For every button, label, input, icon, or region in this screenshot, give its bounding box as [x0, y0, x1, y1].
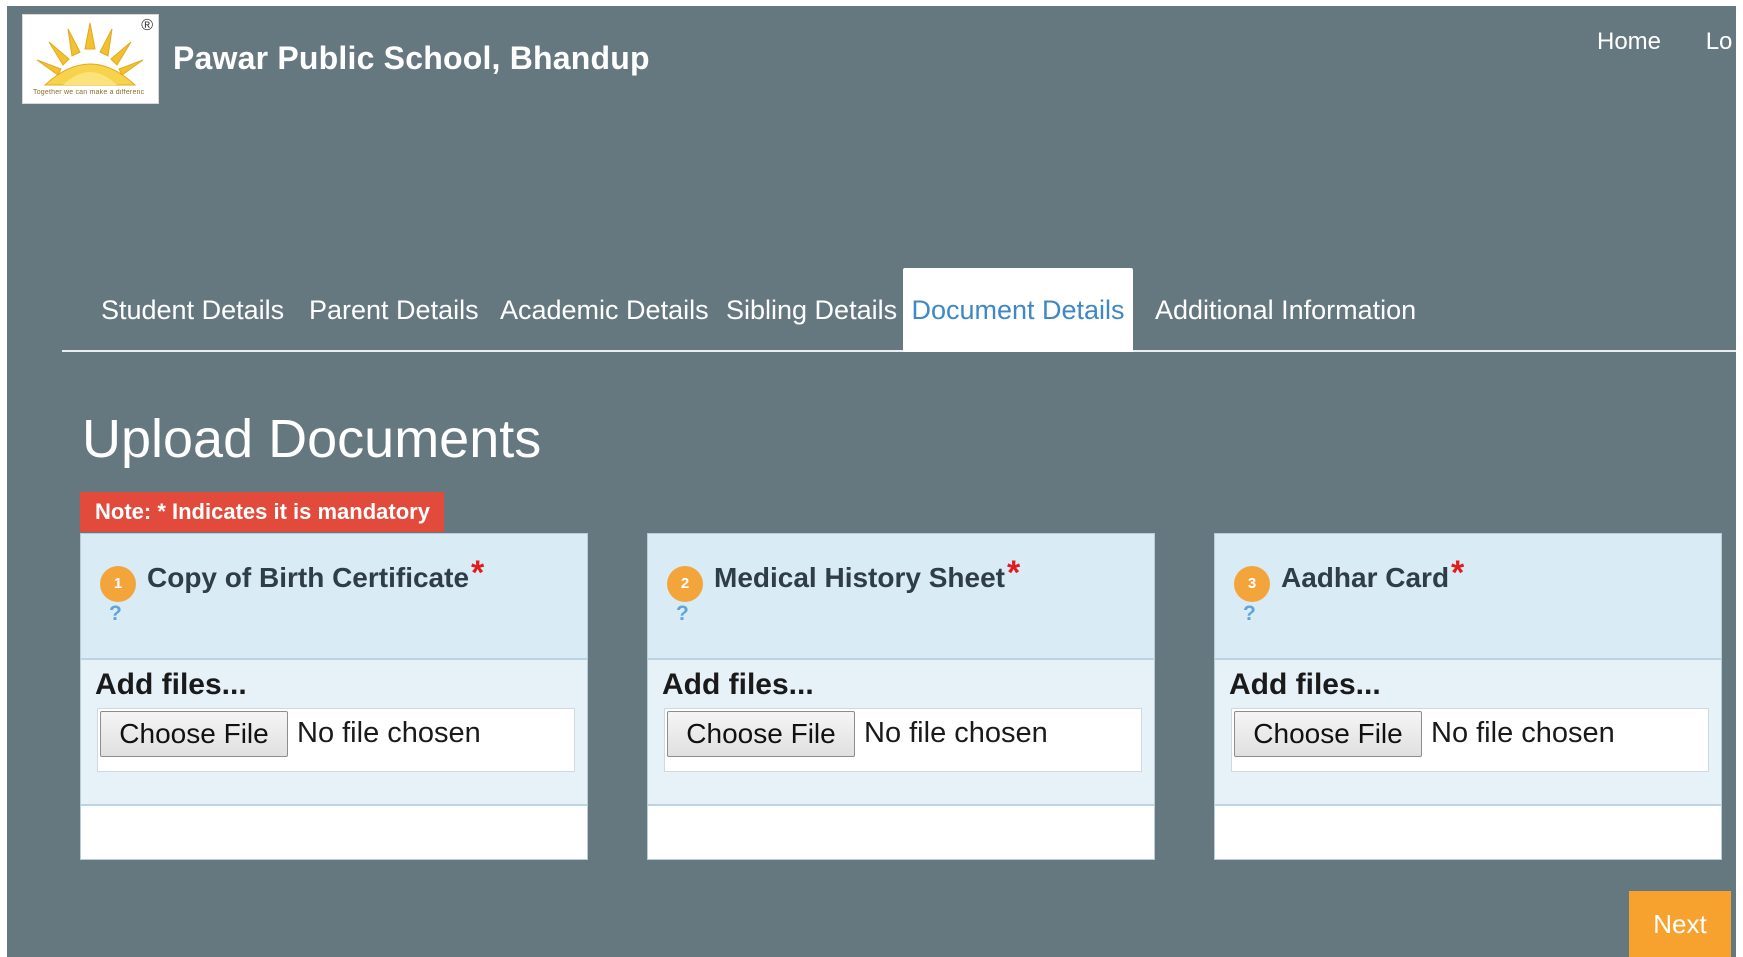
- add-files-label: Add files...: [95, 668, 247, 701]
- mandatory-note: Note: * Indicates it is mandatory: [80, 492, 444, 532]
- form-tabs: Student Details Parent Details Academic …: [62, 268, 1736, 352]
- add-files-label: Add files...: [1229, 668, 1381, 701]
- card-header: 2 Medical History Sheet* ?: [648, 534, 1154, 660]
- document-title-text: Copy of Birth Certificate: [147, 562, 470, 593]
- page-title: Upload Documents: [82, 409, 542, 469]
- next-button[interactable]: Next: [1629, 891, 1731, 957]
- file-input[interactable]: Choose File No file chosen: [664, 708, 1142, 772]
- question-mark-icon[interactable]: ?: [676, 602, 689, 626]
- choose-file-button[interactable]: Choose File: [667, 711, 855, 757]
- document-title: Aadhar Card*: [1281, 554, 1464, 601]
- school-logo[interactable]: ® Together we can make a difference: [22, 14, 159, 104]
- step-number-badge: 2: [667, 566, 703, 602]
- file-input[interactable]: Choose File No file chosen: [1231, 708, 1709, 772]
- question-mark-icon[interactable]: ?: [109, 602, 122, 626]
- choose-file-button[interactable]: Choose File: [100, 711, 288, 757]
- file-input[interactable]: Choose File No file chosen: [97, 708, 575, 772]
- nav-login-link[interactable]: Lo: [1706, 28, 1733, 56]
- document-title: Copy of Birth Certificate*: [147, 554, 484, 601]
- tab-parent-details[interactable]: Parent Details: [309, 268, 479, 352]
- file-status-text: No file chosen: [864, 717, 1048, 749]
- tab-student-details[interactable]: Student Details: [101, 268, 284, 352]
- card-header: 3 Aadhar Card* ?: [1215, 534, 1721, 660]
- top-navigation: Home Lo: [1597, 28, 1736, 56]
- document-title-text: Medical History Sheet: [714, 562, 1005, 593]
- document-title-text: Aadhar Card: [1281, 562, 1450, 593]
- document-card-aadhar: 3 Aadhar Card* ? Add files... Choose Fil…: [1214, 533, 1722, 860]
- add-files-label: Add files...: [662, 668, 814, 701]
- tab-additional-information[interactable]: Additional Information: [1155, 268, 1416, 352]
- step-number-badge: 1: [100, 566, 136, 602]
- registered-mark: ®: [141, 17, 153, 34]
- required-asterisk: *: [1451, 554, 1465, 592]
- required-asterisk: *: [471, 554, 485, 592]
- app-window: ® Together we can make a difference Pawa…: [7, 6, 1736, 957]
- card-header: 1 Copy of Birth Certificate* ?: [81, 534, 587, 660]
- tab-sibling-details[interactable]: Sibling Details: [726, 268, 897, 352]
- nav-home-link[interactable]: Home: [1597, 28, 1661, 56]
- required-asterisk: *: [1006, 554, 1021, 592]
- card-upload-area: Add files... Choose File No file chosen: [1215, 660, 1721, 806]
- document-card-birth-certificate: 1 Copy of Birth Certificate* ? Add files…: [80, 533, 588, 860]
- question-mark-icon[interactable]: ?: [1243, 602, 1256, 626]
- tab-document-details[interactable]: Document Details: [903, 268, 1133, 352]
- logo-motto: Together we can make a difference: [33, 89, 144, 96]
- document-card-medical-history: 2 Medical History Sheet* ? Add files... …: [647, 533, 1155, 860]
- file-status-text: No file chosen: [1431, 717, 1615, 749]
- card-upload-area: Add files... Choose File No file chosen: [648, 660, 1154, 806]
- file-status-text: No file chosen: [297, 717, 481, 749]
- choose-file-button[interactable]: Choose File: [1234, 711, 1422, 757]
- step-number-badge: 3: [1234, 566, 1270, 602]
- tab-academic-details[interactable]: Academic Details: [500, 268, 709, 352]
- document-title: Medical History Sheet*: [714, 554, 1020, 601]
- card-upload-area: Add files... Choose File No file chosen: [81, 660, 587, 806]
- school-name: Pawar Public School, Bhandup: [173, 40, 650, 76]
